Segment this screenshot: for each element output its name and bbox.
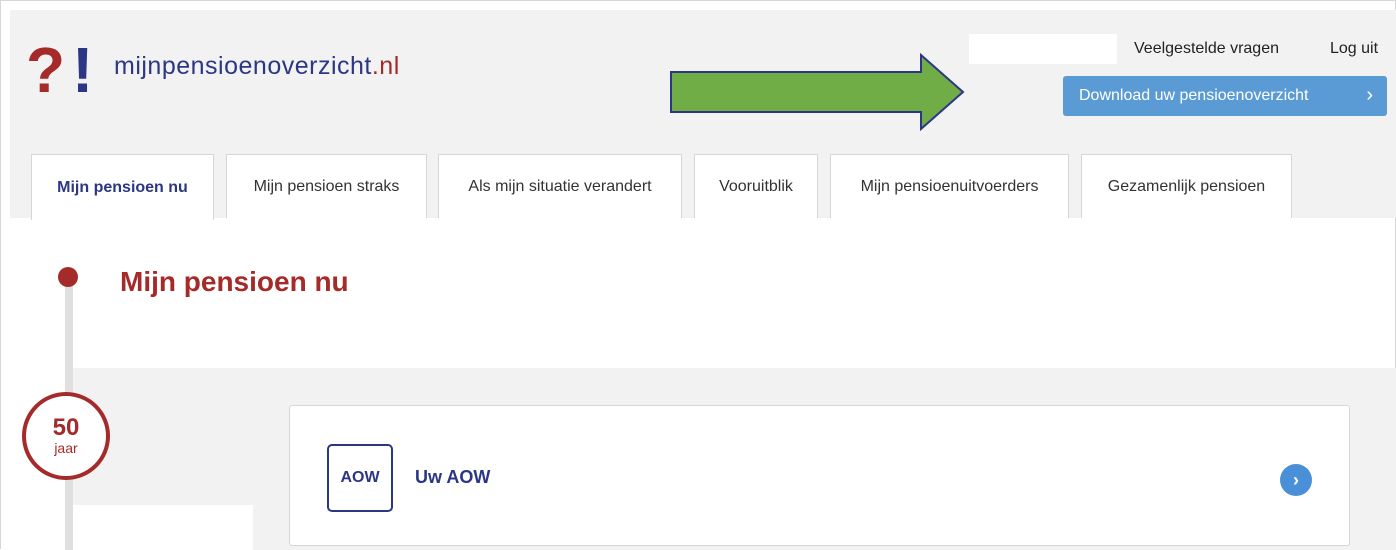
age-badge: 50 jaar <box>22 392 110 480</box>
logo-wordmark-tld: .nl <box>371 52 400 80</box>
logo-wordmark: mijnpensioenoverzicht.nl <box>114 52 400 81</box>
logo-question-mark: ? <box>26 34 66 106</box>
download-button-label: Download uw pensioenoverzicht <box>1079 87 1309 104</box>
download-overview-button[interactable]: Download uw pensioenoverzicht › <box>1063 76 1387 116</box>
aow-card-title: Uw AOW <box>415 467 491 487</box>
tab-vooruitblik[interactable]: Vooruitblik <box>694 154 818 218</box>
logo-wordmark-main: mijnpensioenoverzicht <box>114 52 372 80</box>
chevron-right-icon: › <box>1366 84 1373 106</box>
tab-gezamenlijk-pensioen[interactable]: Gezamenlijk pensioen <box>1081 154 1292 218</box>
tab-mijn-pensioen-nu[interactable]: Mijn pensioen nu <box>31 154 214 220</box>
logo-exclamation-mark: ! <box>72 34 94 106</box>
redacted-username-box <box>969 34 1117 64</box>
green-arrow-annotation <box>670 53 965 131</box>
page-title: Mijn pensioen nu <box>120 266 349 297</box>
age-unit: jaar <box>54 440 78 456</box>
tab-mijn-pensioenuitvoerders[interactable]: Mijn pensioenuitvoerders <box>830 154 1069 218</box>
timeline-dot <box>58 267 78 287</box>
faq-link[interactable]: Veelgestelde vragen <box>1134 40 1279 58</box>
tab-mijn-pensioen-straks[interactable]: Mijn pensioen straks <box>226 154 427 218</box>
age-number: 50 <box>52 414 80 441</box>
aow-icon: AOW <box>327 444 393 512</box>
redacted-block <box>73 505 253 550</box>
tab-als-mijn-situatie-verandert[interactable]: Als mijn situatie verandert <box>438 154 682 218</box>
logout-link[interactable]: Log uit <box>1330 40 1378 58</box>
aow-card[interactable]: AOW Uw AOW › <box>289 405 1350 546</box>
chevron-right-circle-icon[interactable]: › <box>1280 464 1312 496</box>
